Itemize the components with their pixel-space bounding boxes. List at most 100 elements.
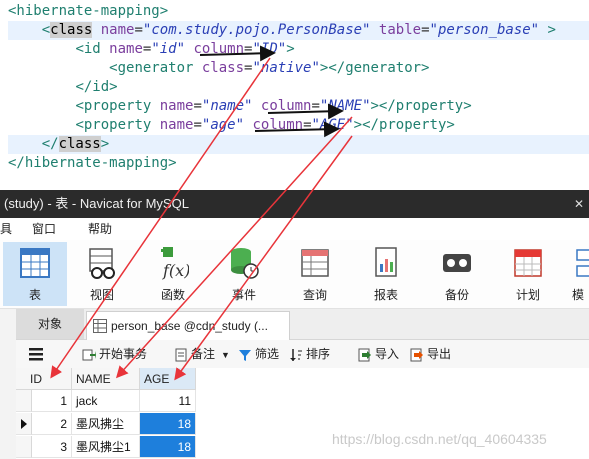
code-token: </id>	[75, 79, 118, 95]
toolbar-function-button[interactable]: f(x) 函数	[141, 242, 205, 306]
tab-person-base[interactable]: person_base @cdn_study (...	[86, 311, 290, 340]
toolbar-event-button[interactable]: 事件	[212, 242, 276, 306]
grid-toolbar: 开始事务 备注 ▼ 筛选 排序 导入 导出	[16, 340, 589, 369]
code-token: ></property>	[353, 117, 455, 133]
code-token: "NAME"	[319, 98, 371, 114]
svg-text:f(x): f(x)	[162, 261, 189, 280]
code-token: =	[311, 98, 320, 114]
toolbar-label: 报表	[373, 288, 398, 302]
code-line: <property name="name" column="NAME"></pr…	[8, 97, 472, 116]
cell-id[interactable]: 1	[32, 390, 72, 412]
begin-transaction-button[interactable]: 开始事务	[82, 340, 147, 368]
toolbar-label: 视图	[89, 288, 114, 302]
chevron-down-icon: ▼	[221, 350, 230, 360]
toolbar-view-button[interactable]: 视图	[70, 242, 134, 306]
toolbar-query-button[interactable]: 查询	[283, 242, 347, 306]
toolbar-model-button[interactable]: 模	[567, 242, 589, 306]
cell-name[interactable]: 墨风拂尘1	[72, 436, 140, 458]
code-token: =	[193, 98, 202, 114]
toolbar-label: 表	[28, 288, 41, 302]
event-icon	[231, 248, 259, 279]
export-button[interactable]: 导出	[410, 340, 451, 368]
code-token: name	[159, 98, 194, 114]
column-header-age[interactable]: AGE	[140, 368, 196, 390]
toolbar-report-button[interactable]: 报表	[354, 242, 418, 306]
cell-age[interactable]: 11	[140, 390, 196, 412]
query-icon	[301, 249, 329, 277]
row-marker[interactable]	[16, 436, 32, 458]
code-token: "ID"	[252, 41, 287, 57]
code-line: <hibernate-mapping>	[8, 2, 168, 21]
export-label: 导出	[427, 347, 452, 361]
menu-bar: 具 窗口 帮助	[0, 218, 589, 240]
code-token: <	[41, 22, 51, 38]
import-button[interactable]: 导入	[358, 340, 399, 368]
code-token: column	[252, 117, 304, 133]
code-token: <property	[75, 117, 160, 133]
code-token: </hibernate-mapping>	[8, 155, 177, 171]
code-token: class	[50, 22, 93, 38]
table-icon	[93, 319, 107, 333]
export-icon	[410, 348, 423, 362]
tab-objects[interactable]: 对象	[16, 309, 84, 339]
code-line: </id>	[8, 78, 118, 97]
import-icon	[358, 348, 371, 362]
title-bar: (study) - 表 - Navicat for MySQL ✕	[0, 190, 589, 218]
model-icon	[576, 249, 589, 277]
code-line: </class>	[8, 135, 589, 154]
note-icon	[175, 348, 187, 362]
cell-id[interactable]: 2	[32, 413, 72, 435]
code-token: table	[378, 22, 422, 38]
code-token: name	[159, 117, 194, 133]
code-token: <generator	[109, 60, 202, 76]
note-button[interactable]: 备注 ▼	[174, 340, 230, 368]
code-token: <hibernate-mapping>	[8, 3, 169, 19]
code-token: >	[539, 22, 556, 38]
row-marker[interactable]	[16, 390, 32, 412]
toolbar-schedule-button[interactable]: 计划	[496, 242, 560, 306]
toolbar-table-button[interactable]: 表	[3, 242, 67, 306]
code-token: </	[41, 136, 59, 152]
menu-help[interactable]: 帮助	[88, 218, 112, 240]
code-token: ></property>	[370, 98, 472, 114]
filter-label: 筛选	[255, 347, 280, 361]
menu-window[interactable]: 窗口	[32, 218, 56, 240]
toolbar-label: 函数	[160, 288, 185, 302]
schedule-icon	[514, 249, 542, 277]
cell-name[interactable]: 墨风拂尘	[72, 413, 140, 435]
cell-age[interactable]: 18	[140, 413, 196, 435]
tab-label: person_base @cdn_study (...	[111, 319, 268, 333]
code-token: >	[286, 41, 295, 57]
view-icon	[89, 248, 115, 279]
code-line: <class name="com.study.pojo.PersonBase" …	[8, 21, 589, 40]
row-marker[interactable]	[16, 413, 32, 435]
code-token: column	[193, 41, 245, 57]
current-row-icon	[21, 419, 27, 429]
code-line: <property name="age" column="AGE"></prop…	[8, 116, 455, 135]
close-icon[interactable]: ✕	[569, 190, 589, 218]
code-token: name	[109, 41, 143, 57]
cell-name[interactable]: jack	[72, 390, 140, 412]
menu-tools[interactable]: 具	[0, 218, 12, 240]
toolbar-backup-button[interactable]: 备份	[425, 242, 489, 306]
code-token: "person_base"	[429, 22, 540, 38]
left-strip	[0, 309, 16, 459]
sort-label: 排序	[306, 347, 331, 361]
filter-button[interactable]: 筛选	[238, 340, 279, 368]
menu-icon[interactable]	[28, 340, 44, 368]
sort-button[interactable]: 排序	[289, 340, 330, 368]
column-header-id[interactable]: ID	[26, 368, 72, 390]
cell-id[interactable]: 3	[32, 436, 72, 458]
code-line: <generator class="native"></generator>	[8, 59, 429, 78]
column-header-name[interactable]: NAME	[72, 368, 140, 390]
code-token: =	[134, 22, 143, 38]
cell-age[interactable]: 18	[140, 436, 196, 458]
xml-code-editor: <hibernate-mapping> <class name="com.stu…	[0, 0, 589, 190]
